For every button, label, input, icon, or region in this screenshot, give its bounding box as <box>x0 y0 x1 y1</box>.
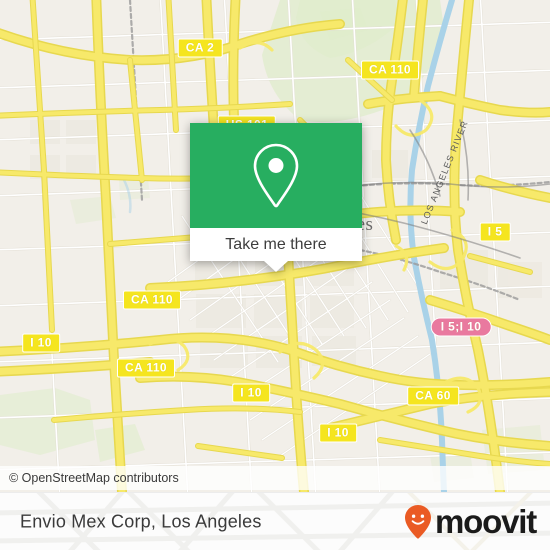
shield-i-10-mid: I 10 <box>232 383 270 403</box>
popup-header <box>190 123 362 228</box>
moovit-brand[interactable]: moovit <box>403 503 537 540</box>
shield-i-10-west: I 10 <box>22 333 60 353</box>
take-me-there-label: Take me there <box>225 235 327 253</box>
map-canvas[interactable]: .rd { fill:none; stroke:#f7e96a; stroke-… <box>0 0 550 492</box>
shield-ca-110-mid: CA 110 <box>123 290 181 310</box>
footer-bar: Envio Mex Corp, Los Angeles moovit <box>0 492 550 550</box>
map-page: .rd { fill:none; stroke:#f7e96a; stroke-… <box>0 0 550 550</box>
shield-ca-110-north: CA 110 <box>361 60 419 80</box>
osm-attribution[interactable]: © OpenStreetMap contributors <box>0 466 550 490</box>
popup-action-bar[interactable]: Take me there <box>190 228 362 261</box>
moovit-wordmark: moovit <box>435 503 537 540</box>
shield-ca-2: CA 2 <box>177 38 223 58</box>
location-popup-card[interactable]: Take me there <box>190 123 362 272</box>
shield-ca-110-south: CA 110 <box>117 358 175 378</box>
shield-i-10-south: I 10 <box>319 423 357 443</box>
shield-ca-60: CA 60 <box>407 386 459 406</box>
map-pin-icon <box>253 143 299 207</box>
moovit-smiley-pin-icon <box>405 504 432 539</box>
shield-i-5: I 5 <box>479 222 511 242</box>
shield-i-5-i-10: I 5;I 10 <box>430 317 492 337</box>
popup-pointer <box>264 261 288 272</box>
place-title: Envio Mex Corp, Los Angeles <box>20 511 262 531</box>
